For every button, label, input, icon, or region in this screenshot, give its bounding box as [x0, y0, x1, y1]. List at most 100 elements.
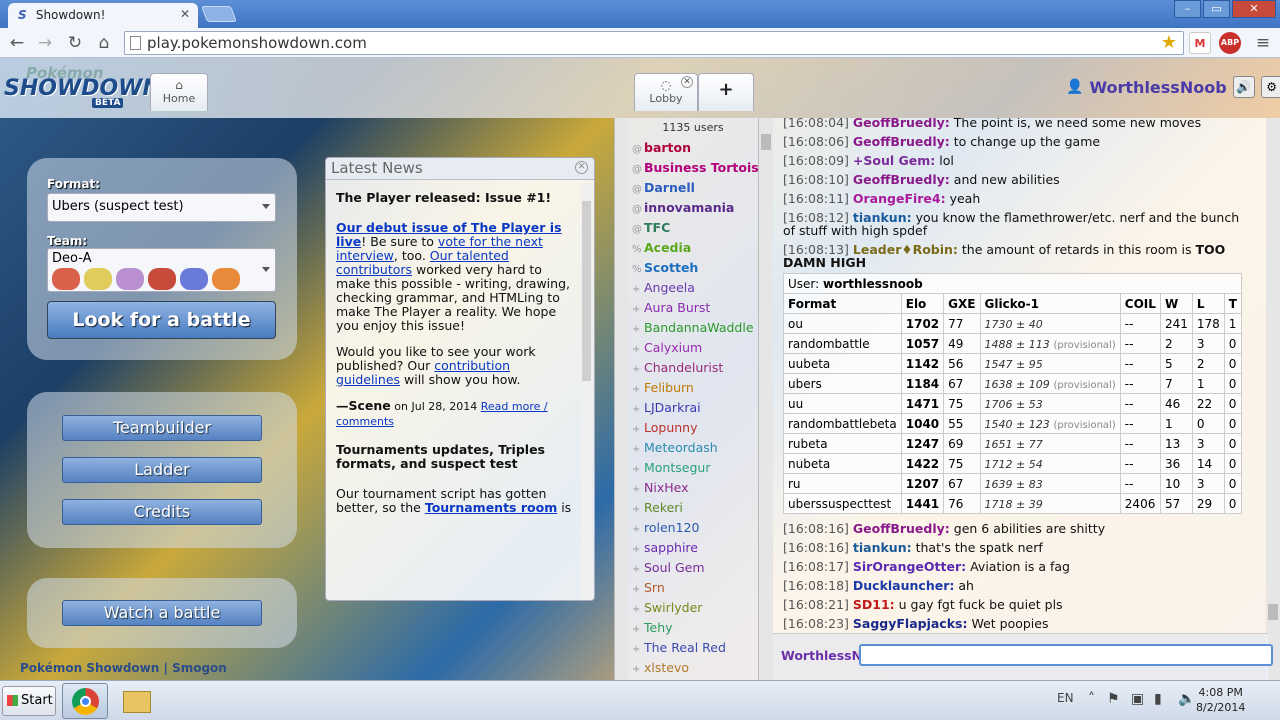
- network-icon[interactable]: ▮: [1154, 691, 1162, 707]
- scrollbar-thumb[interactable]: [761, 134, 771, 150]
- maximize-button[interactable]: ▭: [1203, 0, 1230, 18]
- ranking-column-header: COIL: [1119, 293, 1161, 314]
- smogon-link[interactable]: Smogon: [172, 661, 227, 675]
- chat-username[interactable]: GeoffBruedly:: [853, 118, 950, 130]
- close-lobby-icon[interactable]: ✕: [681, 76, 693, 88]
- home-icon[interactable]: ⌂: [93, 33, 115, 53]
- user-list-item[interactable]: + NixHex: [628, 478, 758, 498]
- user-list-item[interactable]: % Acedia: [628, 238, 758, 258]
- clock[interactable]: 4:08 PM 8/2/2014: [1196, 685, 1245, 715]
- user-list-item[interactable]: @ TFC: [628, 218, 758, 238]
- table-cell: 5: [1159, 353, 1193, 374]
- format-select[interactable]: Ubers (suspect test): [47, 193, 276, 222]
- close-tab-icon[interactable]: ✕: [180, 7, 190, 21]
- back-arrow-icon[interactable]: ←: [6, 33, 28, 53]
- user-list-item[interactable]: + Angeela: [628, 278, 758, 298]
- news-scrollbar[interactable]: [581, 183, 592, 600]
- user-list-item[interactable]: + LJDarkrai: [628, 398, 758, 418]
- browser-tab[interactable]: S Showdown! ✕: [8, 3, 198, 28]
- ladder-button[interactable]: Ladder: [62, 457, 262, 483]
- showdown-logo[interactable]: Pokémon SHOWDOWN BETA: [4, 64, 161, 110]
- minimize-button[interactable]: –: [1174, 0, 1201, 18]
- user-list-item[interactable]: + xlstevo: [628, 658, 758, 678]
- user-list-item[interactable]: + Soul Gem: [628, 558, 758, 578]
- look-for-battle-button[interactable]: Look for a battle: [47, 301, 276, 339]
- user-list-item[interactable]: @ barton: [628, 138, 758, 158]
- user-list-item[interactable]: @ Business Tortoise: [628, 158, 758, 178]
- user-list-item[interactable]: + Lopunny: [628, 418, 758, 438]
- start-button[interactable]: Start: [2, 686, 56, 716]
- user-name: The Real Red: [644, 640, 726, 655]
- forward-arrow-icon[interactable]: →: [34, 33, 56, 53]
- pokemon-showdown-link[interactable]: Pokémon Showdown: [20, 661, 159, 675]
- chat-username[interactable]: SirOrangeOtter:: [853, 559, 966, 574]
- sound-icon[interactable]: 🔊: [1232, 76, 1255, 98]
- chat-username[interactable]: GeoffBruedly:: [853, 134, 950, 149]
- user-list-item[interactable]: + Aura Burst: [628, 298, 758, 318]
- new-room-button[interactable]: +: [698, 73, 754, 111]
- chat-username[interactable]: SaggyFlapjacks:: [853, 616, 968, 631]
- explorer-taskbar-button[interactable]: [114, 683, 160, 719]
- user-list-item[interactable]: + Tehy: [628, 618, 758, 638]
- user-group-symbol: +: [632, 444, 641, 455]
- user-list-item[interactable]: + Feliburn: [628, 378, 758, 398]
- teambuilder-button[interactable]: Teambuilder: [62, 415, 262, 441]
- tab-home[interactable]: ⌂ Home: [150, 73, 208, 111]
- volume-icon[interactable]: 🔈: [1178, 691, 1195, 707]
- chrome-taskbar-button[interactable]: [62, 683, 108, 719]
- chat-username[interactable]: Ducklauncher:: [853, 578, 954, 593]
- close-icon[interactable]: ✕: [575, 161, 588, 174]
- chat-username[interactable]: +Soul Gem:: [853, 153, 935, 168]
- menu-icon[interactable]: ≡: [1252, 33, 1274, 53]
- chat-username[interactable]: GeoffBruedly:: [853, 521, 950, 536]
- scrollbar-thumb[interactable]: [1268, 604, 1278, 620]
- user-list-scrollbar[interactable]: [759, 118, 773, 680]
- ranking-column-header: T: [1223, 293, 1243, 314]
- close-window-button[interactable]: ✕: [1232, 0, 1276, 18]
- bookmark-star-icon[interactable]: ★: [1161, 32, 1177, 53]
- chat-username[interactable]: SD11:: [853, 597, 895, 612]
- adblock-icon[interactable]: ABP: [1219, 32, 1241, 54]
- scrollbar-thumb[interactable]: [582, 201, 591, 381]
- chat-username[interactable]: Leader♦Robin:: [853, 242, 958, 257]
- chat-username[interactable]: OrangeFire4:: [853, 191, 946, 206]
- team-select[interactable]: Deo-A: [47, 248, 276, 292]
- chat-username[interactable]: GeoffBruedly:: [853, 172, 950, 187]
- user-list-item[interactable]: + Meteordash: [628, 438, 758, 458]
- language-indicator[interactable]: EN: [1057, 691, 1074, 705]
- username[interactable]: WorthlessNoob: [1089, 78, 1226, 97]
- tournaments-room-link[interactable]: Tournaments room: [425, 500, 557, 515]
- user-list-item[interactable]: + sapphire: [628, 538, 758, 558]
- watch-battle-button[interactable]: Watch a battle: [62, 600, 262, 626]
- table-cell-value: randombattle: [788, 336, 870, 351]
- user-list-item[interactable]: + Montsegur: [628, 458, 758, 478]
- news-title: Latest News: [331, 159, 423, 177]
- show-hidden-icons-icon[interactable]: ˄: [1088, 691, 1095, 707]
- user-list-item[interactable]: + Calyxium: [628, 338, 758, 358]
- reload-icon[interactable]: ↻: [64, 33, 86, 53]
- user-list-item[interactable]: + The Real Red: [628, 638, 758, 658]
- home-scrollbar[interactable]: [614, 118, 628, 680]
- user-name: TFC: [644, 220, 671, 235]
- user-list-item[interactable]: @ innovamania: [628, 198, 758, 218]
- gmail-icon[interactable]: M: [1189, 32, 1211, 54]
- user-list-item[interactable]: + rolen120: [628, 518, 758, 538]
- user-list-item[interactable]: + Swirlyder: [628, 598, 758, 618]
- chat-input[interactable]: [859, 644, 1273, 666]
- tab-lobby[interactable]: ◌ Lobby ✕: [634, 73, 698, 111]
- user-list-item[interactable]: @ Darnell: [628, 178, 758, 198]
- user-list-item[interactable]: + Srn: [628, 578, 758, 598]
- user-list-item[interactable]: + Chandelurist: [628, 358, 758, 378]
- address-bar[interactable]: play.pokemonshowdown.com ★: [124, 31, 1184, 55]
- user-list-item[interactable]: + Rekeri: [628, 498, 758, 518]
- gear-icon[interactable]: ⚙: [1260, 76, 1280, 98]
- chat-scrollbar[interactable]: [1266, 118, 1280, 680]
- credits-button[interactable]: Credits: [62, 499, 262, 525]
- device-icon[interactable]: ▣: [1131, 691, 1144, 707]
- action-center-icon[interactable]: ⚑: [1107, 691, 1120, 707]
- user-list-item[interactable]: + BandannaWaddle: [628, 318, 758, 338]
- new-tab-button[interactable]: [201, 6, 237, 22]
- user-list-item[interactable]: % Scotteh: [628, 258, 758, 278]
- table-cell-value: 0: [1196, 416, 1205, 431]
- chat-username[interactable]: tiankun:: [853, 540, 912, 555]
